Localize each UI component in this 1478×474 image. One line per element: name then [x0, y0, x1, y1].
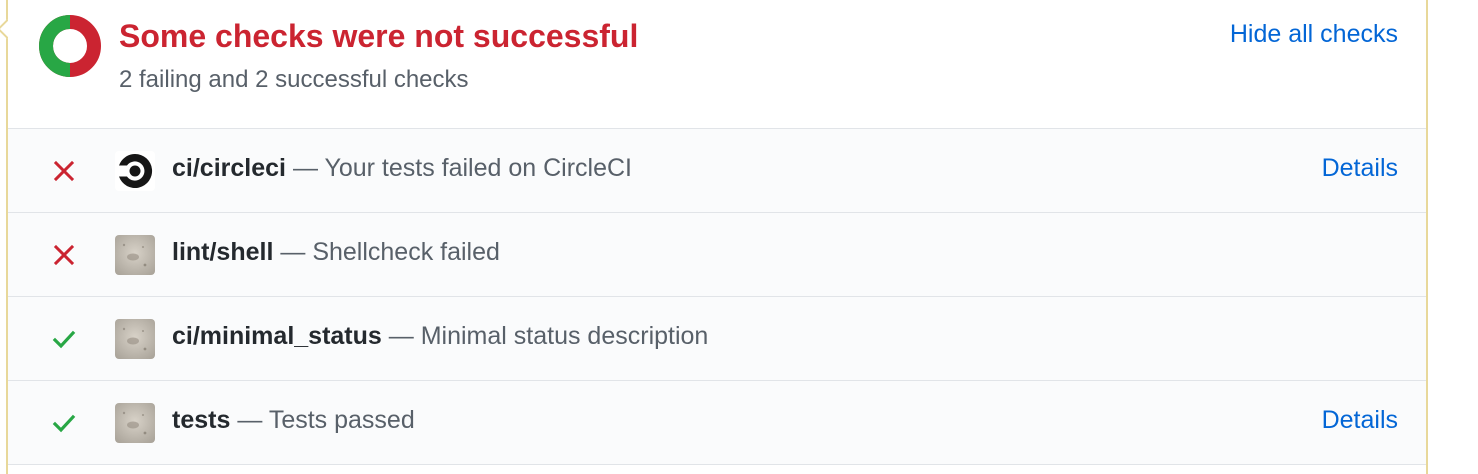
separator: — — [388, 322, 414, 350]
x-icon — [53, 160, 75, 182]
hide-all-checks-link[interactable]: Hide all checks — [1230, 20, 1398, 49]
checks-title: Some checks were not successful — [119, 18, 639, 54]
check-name: tests — [172, 406, 231, 434]
check-icon — [52, 414, 76, 433]
check-name: lint/shell — [172, 238, 274, 266]
separator: — — [292, 154, 318, 182]
check-description: Your tests failed on CircleCI — [324, 154, 632, 182]
separator: — — [237, 406, 263, 434]
checks-header: Some checks were not successful 2 failin… — [8, 0, 1426, 129]
circleci-logo-icon — [115, 151, 155, 191]
check-description: Tests passed — [268, 406, 415, 434]
check-name: ci/circleci — [172, 154, 286, 182]
check-description: Shellcheck failed — [312, 238, 500, 266]
check-row: lint/shell — Shellcheck failed — [8, 213, 1426, 297]
x-icon — [53, 244, 75, 266]
status-ring-icon — [39, 15, 101, 77]
sand-avatar — [115, 235, 155, 275]
check-row: ci/circleci — Your tests failed on Circl… — [8, 129, 1426, 213]
check-icon — [52, 330, 76, 349]
merge-status-panel: Some checks were not successful 2 failin… — [0, 0, 1428, 474]
check-row: tests — Tests passed Details — [8, 381, 1426, 465]
check-name: ci/minimal_status — [172, 322, 382, 350]
sand-avatar — [115, 403, 155, 443]
details-link[interactable]: Details — [1322, 154, 1398, 183]
details-link[interactable]: Details — [1322, 406, 1398, 435]
check-row: ci/minimal_status — Minimal status descr… — [8, 297, 1426, 381]
check-description: Minimal status description — [420, 322, 709, 350]
separator: — — [280, 238, 306, 266]
checks-summary: 2 failing and 2 successful checks — [119, 66, 469, 93]
checks-list: ci/circleci — Your tests failed on Circl… — [8, 129, 1426, 465]
sand-avatar — [115, 319, 155, 359]
